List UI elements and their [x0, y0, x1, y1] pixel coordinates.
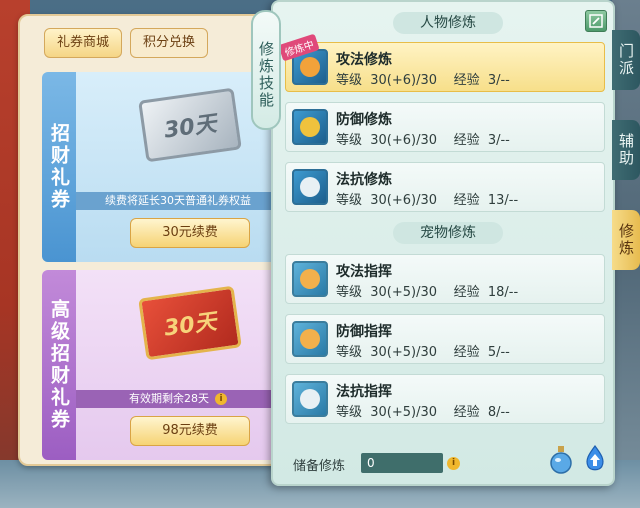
upgrade-flame-icon[interactable]	[583, 444, 607, 474]
skill-name: 法抗指挥	[336, 384, 392, 400]
section-title-character: 人物修炼	[393, 12, 503, 34]
coupon-card-basic: 招财礼券 30天 续费将延长30天普通礼券权益 30元续费	[42, 72, 280, 262]
info-icon[interactable]: i	[215, 393, 227, 405]
silver-ticket-icon: 30天	[138, 87, 242, 163]
skill-stats: 等级 30(+6)/30 经验 13/--	[336, 189, 518, 208]
coupon-shop-panel: 礼券商城 积分兑换 招财礼券 30天 续费将延长30天普通礼券权益 30元续费 …	[18, 14, 280, 466]
skill-stats: 等级 30(+5)/30 经验 8/--	[336, 401, 510, 420]
skill-name: 攻法指挥	[336, 264, 392, 280]
coupon-card-caption: 续费将延长30天普通礼券权益	[76, 192, 280, 210]
skill-level: 等级 30(+6)/30	[336, 73, 438, 88]
shop-tabs: 礼券商城 积分兑换	[44, 28, 209, 58]
paw-attack-icon	[292, 261, 328, 297]
cultivation-skills-panel: 人物修炼 修炼中 攻法修炼 等级 30(+6)/30 经验 3/-- 防御修炼 …	[271, 0, 615, 486]
skill-level: 等级 30(+5)/30	[336, 345, 438, 360]
edit-icon[interactable]	[585, 10, 607, 32]
tab-cultivation[interactable]: 修炼	[612, 210, 640, 270]
skill-exp: 经验 13/--	[453, 193, 519, 208]
caption-text: 有效期剩余28天	[129, 392, 209, 405]
paw-resist-icon	[292, 381, 328, 417]
renew-button-98[interactable]: 98元续费	[130, 416, 250, 446]
skill-level: 等级 30(+6)/30	[336, 133, 438, 148]
skill-row-attack[interactable]: 修炼中 攻法修炼 等级 30(+6)/30 经验 3/--	[278, 33, 605, 92]
taiji-shield-icon	[292, 169, 328, 205]
pet-skill-row-defense[interactable]: 防御指挥 等级 30(+5)/30 经验 5/--	[285, 314, 605, 364]
skill-exp: 经验 18/--	[453, 285, 519, 300]
renew-button-30[interactable]: 30元续费	[130, 218, 250, 248]
coupon-card-title: 高级招财礼券	[42, 270, 76, 460]
skill-stats: 等级 30(+5)/30 经验 18/--	[336, 281, 518, 300]
coupon-card-title: 招财礼券	[42, 72, 76, 262]
skill-exp: 经验 3/--	[453, 133, 510, 148]
skill-stats: 等级 30(+6)/30 经验 3/--	[336, 69, 510, 88]
skill-level: 等级 30(+5)/30	[336, 405, 438, 420]
skill-name: 防御修炼	[336, 112, 392, 128]
pet-skill-row-resist[interactable]: 法抗指挥 等级 30(+5)/30 经验 8/--	[285, 374, 605, 424]
shield-icon	[292, 109, 328, 145]
tab-coupon-mall[interactable]: 礼券商城	[44, 28, 123, 58]
gold-ticket-icon: 30天	[138, 285, 242, 361]
pet-skill-row-attack[interactable]: 攻法指挥 等级 30(+5)/30 经验 18/--	[285, 254, 605, 304]
skill-row-defense[interactable]: 防御修炼 等级 30(+6)/30 经验 3/--	[285, 102, 605, 152]
coupon-card-premium: 高级招财礼券 30天 有效期剩余28天 i 98元续费	[42, 270, 280, 460]
reserve-footer: 储备修炼 0 i	[287, 444, 607, 476]
skill-row-resist[interactable]: 法抗修炼 等级 30(+6)/30 经验 13/--	[285, 162, 605, 212]
info-icon[interactable]: i	[447, 457, 460, 470]
tab-sect[interactable]: 门派	[612, 30, 640, 90]
tab-assist[interactable]: 辅助	[612, 120, 640, 180]
reserve-label: 储备修炼	[293, 459, 346, 474]
paw-defense-icon	[292, 321, 328, 357]
skill-exp: 经验 5/--	[453, 345, 510, 360]
tab-points-exchange[interactable]: 积分兑换	[130, 28, 209, 58]
skill-name: 法抗修炼	[336, 172, 392, 188]
skill-stats: 等级 30(+5)/30 经验 5/--	[336, 341, 510, 360]
skill-level: 等级 30(+6)/30	[336, 193, 438, 208]
reserve-value-field: 0	[361, 453, 443, 473]
skill-exp: 经验 3/--	[453, 73, 510, 88]
skill-exp: 经验 8/--	[453, 405, 510, 420]
section-title-pet: 宠物修炼	[393, 222, 503, 244]
coupon-card-caption: 有效期剩余28天 i	[76, 390, 280, 408]
cultivation-skills-tab[interactable]: 修炼技能	[251, 10, 281, 130]
skill-stats: 等级 30(+6)/30 经验 3/--	[336, 129, 510, 148]
skill-name: 攻法修炼	[336, 52, 392, 68]
skill-level: 等级 30(+5)/30	[336, 285, 438, 300]
potion-icon[interactable]	[549, 444, 573, 474]
skill-name: 防御指挥	[336, 324, 392, 340]
